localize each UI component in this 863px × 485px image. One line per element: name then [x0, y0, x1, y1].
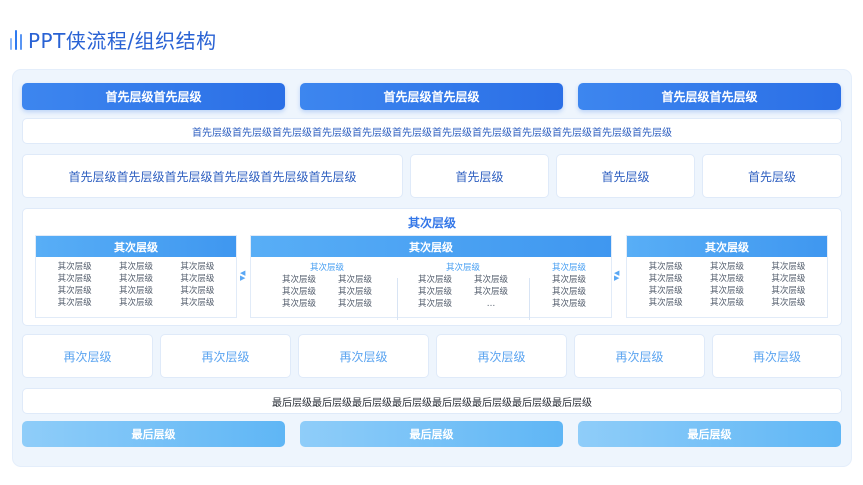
title-bars-icon	[10, 28, 22, 50]
grid-cell: 其次层级	[180, 286, 215, 296]
middle-col-1-head: 其次层级	[309, 263, 344, 273]
level2-right-head: 其次层级	[627, 236, 827, 257]
grid-cell: 其次层级	[337, 287, 372, 297]
grid-cell: 其次层级	[57, 274, 92, 284]
grid-cell: 其次层级	[118, 286, 153, 296]
grid-cell: 其次层级	[118, 274, 153, 284]
grid-cell: 其次层级	[118, 298, 153, 308]
grid-cell: 其次层级	[709, 262, 744, 272]
level1-card: 首先层级首先层级首先层级首先层级首先层级首先层级	[22, 154, 403, 198]
grid-cell: 其次层级	[417, 287, 452, 297]
level3-card: 再次层级	[574, 334, 705, 378]
grid-cell: 其次层级	[417, 299, 452, 309]
grid-cell: 其次层级	[709, 298, 744, 308]
divider	[529, 278, 530, 320]
level2-title: 其次层级	[407, 216, 456, 230]
grid-cell: 其次层级	[337, 299, 372, 309]
grid-cell: 其次层级	[648, 274, 683, 284]
grid-cell: 其次层级	[281, 299, 316, 309]
level3-card: 再次层级	[712, 334, 842, 378]
level2-middle-head: 其次层级	[251, 236, 611, 257]
grid-cell: 其次层级	[771, 262, 806, 272]
level3-card: 再次层级	[160, 334, 291, 378]
level1-card: 首先层级	[556, 154, 695, 198]
middle-col-3-head: 其次层级	[551, 263, 586, 273]
divider	[397, 278, 398, 320]
grid-cell: 其次层级	[180, 262, 215, 272]
middle-col-2-head: 其次层级	[445, 263, 480, 273]
page-title: PPT侠流程/组织结构	[28, 28, 217, 53]
grid-cell: 其次层级	[771, 298, 806, 308]
grid-cell: 其次层级	[709, 274, 744, 284]
level2-right-box: 其次层级 其次层级 其次层级 其次层级 其次层级 其次层级 其次层级 其次层级 …	[626, 235, 828, 318]
grid-cell: 其次层级	[417, 275, 452, 285]
title-area: PPT侠流程/组织结构	[10, 24, 217, 54]
level1-header: 首先层级首先层级	[300, 83, 563, 110]
grid-cell: 其次层级	[57, 262, 92, 272]
level3-card: 再次层级	[298, 334, 429, 378]
level4-footer: 最后层级	[578, 421, 841, 447]
level2-middle-box: 其次层级 其次层级 其次层级 其次层级 其次层级 其次层级 其次层级 其次层级 其次层…	[250, 235, 612, 320]
grid-cell: 其次层级	[57, 286, 92, 296]
level1-strip: 首先层级首先层级首先层级首先层级首先层级首先层级首先层级首先层级首先层级首先层级…	[22, 118, 842, 144]
level2-left-grid: 其次层级 其次层级 其次层级 其次层级 其次层级 其次层级 其次层级 其次层级 …	[36, 257, 236, 308]
grid-cell: 其次层级	[118, 262, 153, 272]
grid-cell: 其次层级	[281, 287, 316, 297]
middle-col-2: 其次层级 其次层级 其次层级 其次层级 其次层级 其次层级…	[407, 263, 519, 309]
level2-right-grid: 其次层级 其次层级 其次层级 其次层级 其次层级 其次层级 其次层级 其次层级 …	[627, 257, 827, 308]
grid-cell: 其次层级	[771, 274, 806, 284]
double-arrow-icon: ◀ ▶	[240, 269, 246, 282]
grid-cell: 其次层级	[473, 287, 508, 297]
grid-cell: 其次层级	[281, 275, 316, 285]
grid-cell: 其次层级	[473, 275, 508, 285]
middle-col-1: 其次层级 其次层级 其次层级 其次层级 其次层级 其次层级 其次层级	[271, 263, 383, 309]
grid-cell: 其次层级	[709, 286, 744, 296]
grid-cell: 其次层级	[648, 298, 683, 308]
level3-card: 再次层级	[22, 334, 153, 378]
level4-footer: 最后层级	[22, 421, 285, 447]
grid-cell: 其次层级	[180, 298, 215, 308]
grid-cell: 其次层级	[551, 299, 586, 309]
grid-cell: 其次层级	[648, 262, 683, 272]
double-arrow-icon: ◀ ▶	[614, 269, 620, 282]
grid-cell: 其次层级	[57, 298, 92, 308]
level1-header: 首先层级首先层级	[578, 83, 841, 110]
level1-card: 首先层级	[702, 154, 842, 198]
grid-cell: 其次层级	[551, 275, 586, 285]
level4-footer: 最后层级	[300, 421, 563, 447]
grid-cell: 其次层级	[771, 286, 806, 296]
grid-cell: 其次层级	[180, 274, 215, 284]
level3-card: 再次层级	[436, 334, 567, 378]
level1-card: 首先层级	[410, 154, 549, 198]
level1-header: 首先层级首先层级	[22, 83, 285, 110]
grid-cell: …	[486, 299, 496, 309]
grid-cell: 其次层级	[337, 275, 372, 285]
level4-strip: 最后层级最后层级最后层级最后层级最后层级最后层级最后层级最后层级	[22, 388, 842, 414]
level2-left-box: 其次层级 其次层级 其次层级 其次层级 其次层级 其次层级 其次层级 其次层级 …	[35, 235, 237, 318]
level2-left-head: 其次层级	[36, 236, 236, 257]
middle-col-3: 其次层级 其次层级 其次层级 其次层级	[541, 263, 597, 309]
grid-cell: 其次层级	[648, 286, 683, 296]
grid-cell: 其次层级	[551, 287, 586, 297]
